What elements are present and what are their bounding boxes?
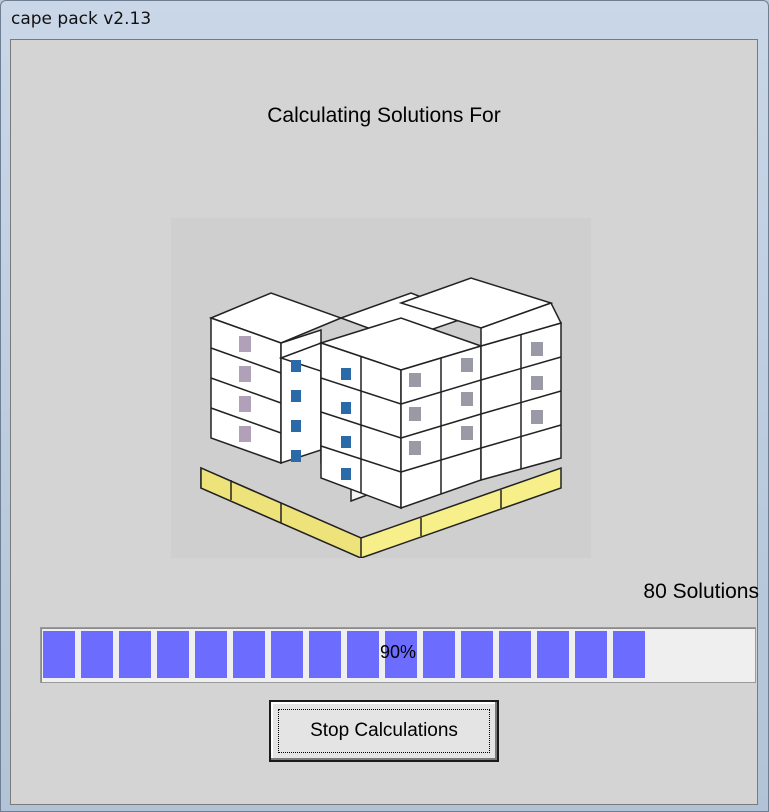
box-stack: [208, 277, 563, 510]
stop-calculations-label: Stop Calculations: [310, 720, 458, 741]
title-bar[interactable]: cape pack v2.13: [1, 1, 768, 39]
progress-percent: 90%: [379, 642, 417, 662]
window-title: cape pack v2.13: [11, 9, 152, 29]
dialog-body: Calculating Solutions For 80 Solutions 9…: [10, 39, 759, 805]
stop-calculations-button[interactable]: Stop Calculations: [269, 700, 499, 762]
calculating-heading: Calculating Solutions For: [267, 104, 501, 127]
pallet-load-image: [171, 218, 591, 558]
app-window: cape pack v2.13 Calculating Solutions Fo…: [0, 0, 769, 812]
progress-bar: 90%: [40, 627, 756, 683]
solutions-count: 80 Solutions: [643, 580, 759, 603]
